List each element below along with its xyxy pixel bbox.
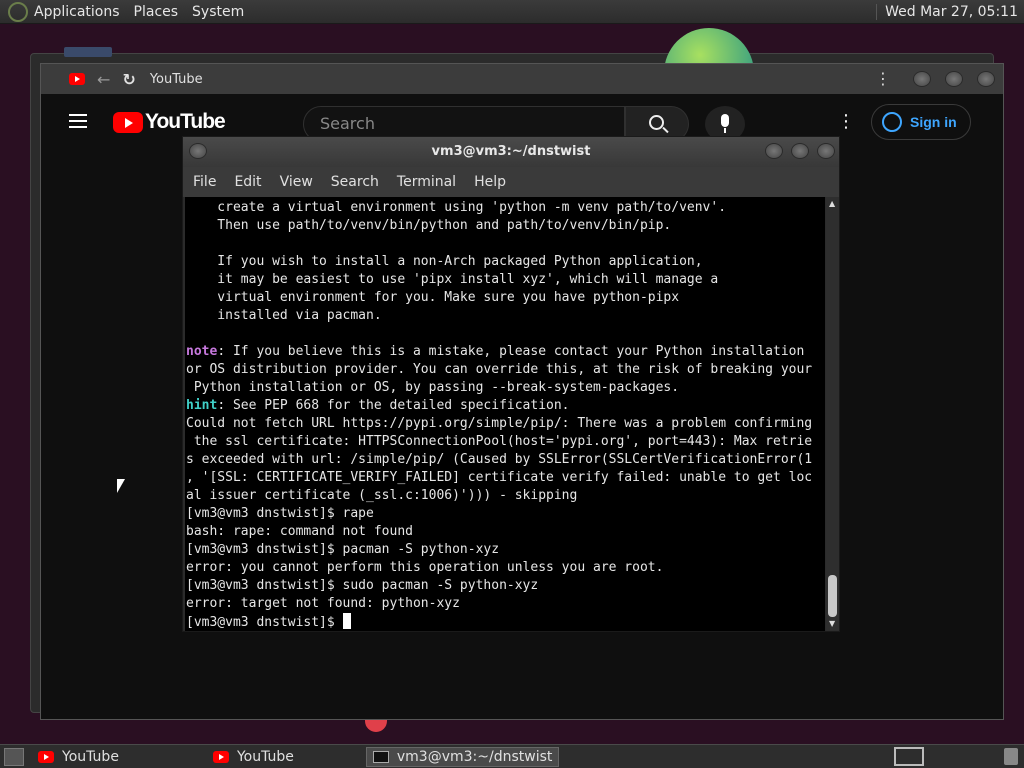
mouse-pointer-icon bbox=[117, 479, 125, 493]
terminal-line: s exceeded with url: /simple/pip/ (Cause… bbox=[186, 452, 813, 467]
terminal-line: Could not fetch URL https://pypi.org/sim… bbox=[186, 416, 813, 431]
task-youtube-2[interactable]: YouTube bbox=[207, 747, 300, 767]
menu-view[interactable]: View bbox=[280, 174, 313, 190]
menu-search[interactable]: Search bbox=[331, 174, 379, 190]
terminal-menubar: File Edit View Search Terminal Help bbox=[183, 167, 839, 197]
youtube-icon bbox=[212, 750, 229, 763]
terminal-line: create a virtual environment using 'pyth… bbox=[186, 200, 727, 215]
taskbar: YouTube YouTube vm3@vm3:~/dnstwist bbox=[0, 744, 1024, 768]
scroll-up-icon[interactable]: ▲ bbox=[829, 199, 835, 208]
note-label: note bbox=[186, 344, 218, 359]
terminal-line: or OS distribution provider. You can ove… bbox=[186, 362, 813, 377]
text-cursor bbox=[342, 613, 351, 629]
terminal-line: [vm3@vm3 dnstwist]$ pacman -S python-xyz bbox=[186, 542, 500, 557]
maximize-button[interactable] bbox=[945, 71, 963, 87]
search-icon bbox=[649, 115, 664, 130]
terminal-line: Then use path/to/venv/bin/python and pat… bbox=[186, 218, 672, 233]
sign-in-button[interactable]: Sign in bbox=[871, 104, 971, 140]
terminal-line: the ssl certificate: HTTPSConnectionPool… bbox=[186, 434, 813, 449]
terminal-line: [vm3@vm3 dnstwist]$ sudo pacman -S pytho… bbox=[186, 578, 539, 593]
back-arrow-icon[interactable]: ← bbox=[97, 70, 110, 89]
workspace-switcher[interactable] bbox=[894, 747, 924, 766]
terminal-window: vm3@vm3:~/dnstwist File Edit View Search… bbox=[182, 136, 840, 632]
window-menu-button[interactable] bbox=[189, 143, 207, 159]
user-icon bbox=[882, 112, 902, 132]
menu-file[interactable]: File bbox=[193, 174, 216, 190]
menu-terminal[interactable]: Terminal bbox=[397, 174, 456, 190]
task-terminal[interactable]: vm3@vm3:~/dnstwist bbox=[365, 746, 560, 767]
browser-titlebar[interactable]: ← ↻ YouTube ⋮ bbox=[41, 64, 1003, 94]
browser-menu-icon[interactable]: ⋮ bbox=[875, 69, 891, 88]
trash-icon[interactable] bbox=[1004, 748, 1018, 765]
terminal-close-button[interactable] bbox=[817, 143, 835, 159]
terminal-maximize-button[interactable] bbox=[791, 143, 809, 159]
terminal-line: error: target not found: python-xyz bbox=[186, 596, 460, 611]
minimize-button[interactable] bbox=[913, 71, 931, 87]
terminal-screen[interactable]: create a virtual environment using 'pyth… bbox=[185, 197, 825, 631]
terminal-line: : See PEP 668 for the detailed specifica… bbox=[217, 398, 570, 413]
top-panel: Applications Places System Wed Mar 27, 0… bbox=[0, 0, 1024, 24]
task-label: YouTube bbox=[62, 748, 119, 765]
terminal-title: vm3@vm3:~/dnstwist bbox=[431, 144, 591, 159]
system-menu[interactable]: System bbox=[192, 4, 244, 20]
terminal-line: : If you believe this is a mistake, plea… bbox=[217, 344, 805, 359]
terminal-line: [vm3@vm3 dnstwist]$ rape bbox=[186, 506, 374, 521]
settings-menu-icon[interactable]: ⋮ bbox=[837, 111, 855, 132]
terminal-line: al issuer certificate (_ssl.c:1006)'))) … bbox=[186, 488, 578, 503]
terminal-icon bbox=[372, 750, 389, 763]
menu-help[interactable]: Help bbox=[474, 174, 506, 190]
terminal-line: , '[SSL: CERTIFICATE_VERIFY_FAILED] cert… bbox=[186, 470, 813, 485]
applications-menu[interactable]: Applications bbox=[34, 4, 120, 20]
terminal-line: it may be easiest to use 'pipx install x… bbox=[186, 272, 719, 287]
terminal-line: If you wish to install a non-Arch packag… bbox=[186, 254, 703, 269]
terminal-line: virtual environment for you. Make sure y… bbox=[186, 290, 680, 305]
youtube-wordmark: YouTube bbox=[145, 110, 226, 133]
scrollbar-thumb[interactable] bbox=[828, 575, 837, 617]
task-label: YouTube bbox=[236, 748, 294, 765]
task-youtube-1[interactable]: YouTube bbox=[32, 747, 125, 767]
terminal-line: bash: rape: command not found bbox=[186, 524, 413, 539]
youtube-favicon-icon bbox=[69, 73, 85, 85]
terminal-line: error: you cannot perform this operation… bbox=[186, 560, 664, 575]
reload-icon[interactable]: ↻ bbox=[122, 70, 135, 89]
panel-clock[interactable]: Wed Mar 27, 05:11 bbox=[876, 4, 1018, 20]
youtube-play-icon bbox=[113, 111, 143, 133]
places-menu[interactable]: Places bbox=[134, 4, 179, 20]
youtube-logo[interactable]: YouTube bbox=[113, 110, 226, 134]
terminal-line: installed via pacman. bbox=[186, 308, 382, 323]
task-label: vm3@vm3:~/dnstwist bbox=[396, 748, 553, 765]
hamburger-menu-icon[interactable] bbox=[69, 114, 87, 128]
browser-tab-title: YouTube bbox=[149, 71, 203, 87]
hint-label: hint bbox=[186, 398, 218, 413]
close-button[interactable] bbox=[977, 71, 995, 87]
terminal-titlebar[interactable]: vm3@vm3:~/dnstwist bbox=[183, 137, 839, 167]
show-desktop-icon[interactable] bbox=[4, 747, 24, 766]
terminal-line: Python installation or OS, by passing --… bbox=[186, 380, 680, 395]
youtube-icon bbox=[38, 750, 54, 763]
terminal-prompt: [vm3@vm3 dnstwist]$ bbox=[186, 615, 343, 630]
terminal-minimize-button[interactable] bbox=[765, 143, 783, 159]
sign-in-label: Sign in bbox=[910, 114, 957, 130]
background-window-tab bbox=[64, 47, 112, 57]
menu-edit[interactable]: Edit bbox=[234, 174, 261, 190]
scroll-down-icon[interactable]: ▼ bbox=[829, 619, 835, 628]
terminal-scrollbar[interactable]: ▲ ▼ bbox=[826, 197, 839, 631]
gnome-foot-icon[interactable] bbox=[8, 1, 28, 22]
